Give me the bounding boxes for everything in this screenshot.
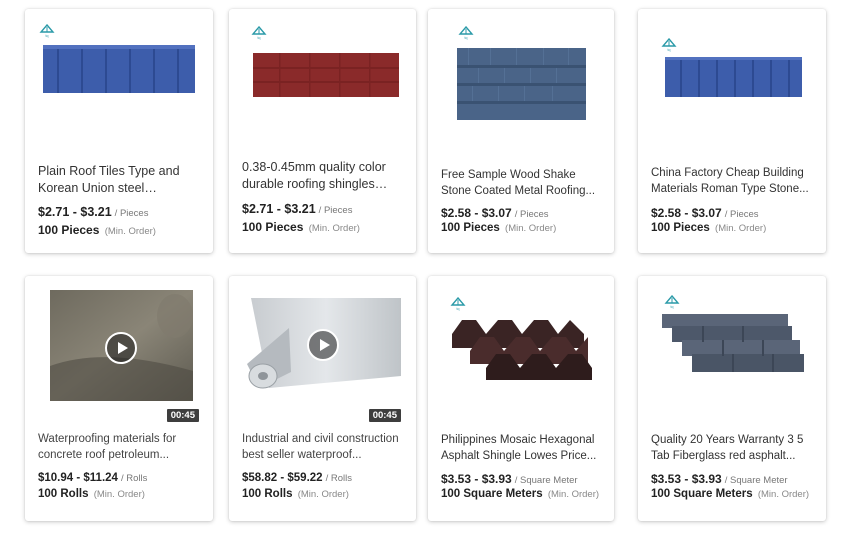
play-video-button[interactable] (307, 329, 339, 361)
moq-label: (Min. Order) (715, 223, 767, 234)
moq-value: 100 Pieces (441, 222, 500, 234)
product-card[interactable]: Quality 20 Years Warranty 3 5 Tab Fiberg… (638, 276, 826, 521)
product-card[interactable]: China Factory Cheap Building Materials R… (638, 9, 826, 253)
moq-value: 100 Square Meters (441, 488, 543, 500)
product-title[interactable]: 0.38-0.45mm quality color durable roofin… (242, 159, 406, 193)
product-card[interactable]: 00:45 Industrial and civil construction … (229, 276, 416, 521)
moq-value: 100 Pieces (38, 223, 100, 237)
price-unit: / Pieces (114, 208, 149, 219)
price-unit: / Square Meter (514, 475, 578, 486)
product-price: $2.71 - $3.21/ Pieces (38, 205, 148, 219)
price-range: $3.53 - $3.93 (441, 472, 512, 486)
product-title[interactable]: China Factory Cheap Building Materials R… (651, 165, 816, 197)
min-order: 100 Pieces (Min. Order) (38, 223, 156, 237)
product-video-membrane-roll[interactable]: 00:45 (229, 276, 416, 422)
price-range: $58.82 - $59.22 (242, 472, 323, 484)
video-duration: 00:45 (166, 409, 199, 422)
moq-label: (Min. Order) (297, 489, 349, 500)
price-range: $3.53 - $3.93 (651, 472, 722, 486)
product-title[interactable]: Industrial and civil construction best s… (242, 431, 406, 463)
price-unit: / Pieces (724, 209, 759, 220)
moq-label: (Min. Order) (93, 489, 145, 500)
moq-label: (Min. Order) (505, 223, 557, 234)
product-title[interactable]: Plain Roof Tiles Type and Korean Union s… (38, 163, 203, 197)
product-image-blue-roof-tile[interactable] (25, 9, 213, 149)
moq-value: 100 Rolls (38, 488, 89, 500)
price-range: $2.71 - $3.21 (38, 205, 112, 219)
price-unit: / Square Meter (724, 475, 788, 486)
price-unit: / Pieces (514, 209, 549, 220)
min-order: 100 Square Meters (Min. Order) (651, 488, 809, 500)
product-price: $2.58 - $3.07/ Pieces (651, 206, 759, 220)
product-title[interactable]: Free Sample Wood Shake Stone Coated Meta… (441, 167, 604, 199)
video-duration: 00:45 (368, 409, 401, 422)
moq-value: 100 Rolls (242, 488, 293, 500)
product-card[interactable]: 00:45 Waterproofing materials for concre… (25, 276, 213, 521)
min-order: 100 Square Meters (Min. Order) (441, 488, 599, 500)
product-title[interactable]: Waterproofing materials for concrete roo… (38, 431, 203, 463)
price-range: $2.71 - $3.21 (242, 202, 316, 216)
product-card[interactable]: Philippines Mosaic Hexagonal Asphalt Shi… (428, 276, 614, 521)
price-unit: / Rolls (325, 473, 352, 484)
moq-label: (Min. Order) (547, 489, 600, 500)
product-card[interactable]: Free Sample Wood Shake Stone Coated Meta… (428, 9, 614, 253)
moq-label: (Min. Order) (308, 223, 360, 234)
product-title[interactable]: Quality 20 Years Warranty 3 5 Tab Fiberg… (651, 432, 816, 464)
product-price: $3.53 - $3.93/ Square Meter (651, 472, 788, 486)
price-unit: / Pieces (318, 205, 353, 216)
price-range: $2.58 - $3.07 (651, 206, 722, 220)
product-title[interactable]: Philippines Mosaic Hexagonal Asphalt Shi… (441, 432, 604, 464)
min-order: 100 Rolls (Min. Order) (242, 488, 349, 500)
play-video-button[interactable] (105, 332, 137, 364)
product-price: $58.82 - $59.22/ Rolls (242, 472, 352, 484)
min-order: 100 Rolls (Min. Order) (38, 488, 145, 500)
product-image-red-roof-tile[interactable] (229, 9, 416, 149)
product-card[interactable]: 0.38-0.45mm quality color durable roofin… (229, 9, 416, 253)
moq-value: 100 Pieces (242, 220, 304, 234)
price-unit: / Rolls (120, 473, 148, 484)
product-price: $10.94 - $11.24/ Rolls (38, 472, 147, 484)
product-image-hexagonal-shingle[interactable] (428, 276, 614, 416)
min-order: 100 Pieces (Min. Order) (651, 222, 766, 234)
moq-value: 100 Square Meters (651, 488, 753, 500)
product-card[interactable]: Plain Roof Tiles Type and Korean Union s… (25, 9, 213, 253)
min-order: 100 Pieces (Min. Order) (441, 222, 556, 234)
product-image-blue-shake-tile[interactable] (428, 9, 614, 149)
price-range: $10.94 - $11.24 (38, 472, 118, 484)
product-image-blue-roman-tile[interactable] (638, 9, 826, 149)
price-range: $2.58 - $3.07 (441, 206, 512, 220)
product-image-tab-shingle[interactable] (638, 276, 826, 416)
product-video-bitumen-roll[interactable]: 00:45 (25, 276, 213, 422)
product-price: $3.53 - $3.93/ Square Meter (441, 472, 578, 486)
moq-label: (Min. Order) (757, 489, 810, 500)
moq-value: 100 Pieces (651, 222, 710, 234)
moq-label: (Min. Order) (104, 226, 156, 237)
product-price: $2.58 - $3.07/ Pieces (441, 206, 549, 220)
min-order: 100 Pieces (Min. Order) (242, 220, 360, 234)
product-price: $2.71 - $3.21/ Pieces (242, 202, 352, 216)
